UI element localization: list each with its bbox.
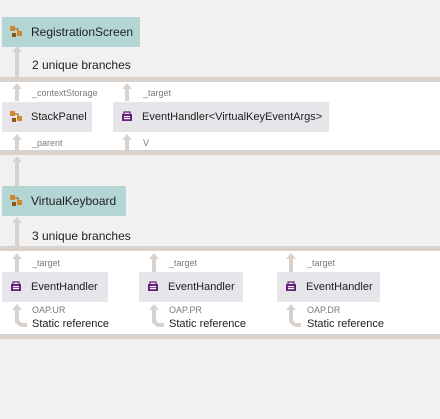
node-label: EventHandler xyxy=(306,281,373,293)
branch-count: 2 unique branches xyxy=(32,58,131,72)
class-icon xyxy=(10,111,22,122)
edge-label: _target xyxy=(307,258,336,268)
static-reference: Static reference xyxy=(307,318,385,330)
root-node-label: VirtualKeyboard xyxy=(31,194,117,208)
separator-bar xyxy=(0,334,440,339)
connector-arrow xyxy=(12,217,22,223)
connector-line xyxy=(125,139,129,150)
node-label: EventHandler<VirtualKeyEventArgs> xyxy=(142,111,323,123)
edge-label: _parent xyxy=(32,138,63,148)
connector-line xyxy=(15,258,19,272)
edge-label: _contextStorage xyxy=(32,88,98,98)
class-icon xyxy=(10,195,22,206)
class-icon xyxy=(10,26,22,37)
node-label: EventHandler xyxy=(168,281,235,293)
static-reference: Static reference xyxy=(32,318,110,330)
edge-label: _target xyxy=(32,258,61,268)
node-eventhandler-pr[interactable]: EventHandler xyxy=(139,272,243,302)
root-node-label: RegistrationScreen xyxy=(31,25,134,39)
delegate-icon xyxy=(148,281,158,291)
separator-bar xyxy=(0,150,440,155)
delegate-icon xyxy=(11,281,21,291)
node-stackpanel[interactable]: StackPanel xyxy=(2,102,92,132)
delegate-icon xyxy=(286,281,296,291)
field-label: OAP.PR xyxy=(169,305,202,315)
connector-line xyxy=(152,258,156,272)
connector-line xyxy=(125,88,129,101)
delegate-icon xyxy=(122,111,132,121)
edge-label: _target xyxy=(143,88,172,98)
field-label: OAP.UR xyxy=(32,305,66,315)
field-label: OAP.DR xyxy=(307,305,341,315)
node-label: EventHandler xyxy=(31,281,98,293)
node-label: StackPanel xyxy=(31,111,87,123)
root-node-virtual-keyboard[interactable]: VirtualKeyboard xyxy=(2,186,126,216)
root-node-registration-screen[interactable]: RegistrationScreen xyxy=(2,17,140,47)
connector-line xyxy=(15,51,19,78)
connector-line xyxy=(15,160,19,186)
connector-line xyxy=(15,222,19,247)
static-reference: Static reference xyxy=(169,318,247,330)
connector-line xyxy=(15,139,19,150)
connector-arrow xyxy=(12,46,22,52)
connector-line xyxy=(15,88,19,101)
edge-label: _target xyxy=(169,258,198,268)
connector-line xyxy=(289,258,293,272)
node-eventhandler-dr[interactable]: EventHandler xyxy=(277,272,380,302)
branch-count: 3 unique branches xyxy=(32,229,131,243)
edge-label: V xyxy=(143,138,150,148)
node-eventhandler-ur[interactable]: EventHandler xyxy=(2,272,108,302)
connector-arrow xyxy=(12,156,22,162)
node-eventhandler-virtualkey[interactable]: EventHandler<VirtualKeyEventArgs> xyxy=(113,102,329,132)
